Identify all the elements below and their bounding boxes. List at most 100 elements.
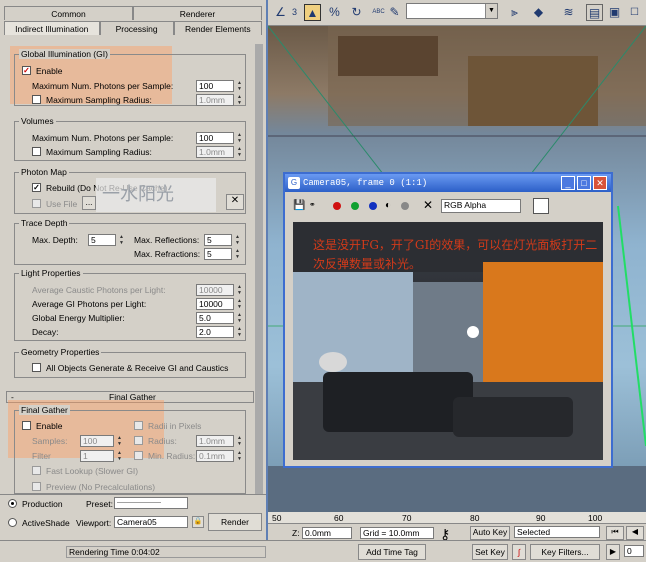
named-selection-icon[interactable]: ABC: [370, 4, 387, 21]
play-back-icon[interactable]: ▶: [606, 544, 620, 560]
min-radius-spinner[interactable]: ▲ ▼: [236, 450, 243, 462]
rendering-time: Rendering Time 0:04:02: [66, 546, 266, 558]
color-swatch[interactable]: [533, 198, 549, 214]
filter-spinner[interactable]: ▲ ▼: [116, 450, 123, 462]
gi-max-radius-checkbox[interactable]: [32, 95, 41, 104]
energy-multiplier-input[interactable]: 5.0: [196, 312, 234, 324]
fast-lookup-checkbox[interactable]: [32, 466, 41, 475]
gi-max-radius-input[interactable]: 1.0mm: [196, 94, 234, 106]
channel-dropdown[interactable]: RGB Alpha: [441, 199, 521, 213]
tab-renderer[interactable]: Renderer: [133, 6, 262, 20]
gi-enable-checkbox[interactable]: ✓: [22, 66, 31, 75]
avg-gi-spinner[interactable]: ▲ ▼: [236, 298, 243, 310]
layer-icon[interactable]: ≋: [560, 4, 577, 21]
activeshade-radio[interactable]: [8, 518, 17, 527]
radii-pixels-checkbox[interactable]: [134, 421, 143, 430]
spinner-snap-icon[interactable]: ↻: [348, 4, 365, 21]
watermark: 一水阳光: [96, 178, 216, 212]
red-channel-icon[interactable]: [333, 202, 341, 210]
samples-spinner[interactable]: ▲ ▼: [116, 435, 123, 447]
time-slider[interactable]: 50 60 70 80 90 100: [268, 512, 646, 524]
mono-channel-icon[interactable]: [401, 202, 409, 210]
max-refractions-input[interactable]: 5: [204, 248, 232, 260]
all-objects-gi-checkbox[interactable]: [32, 363, 41, 372]
vol-max-radius-spinner[interactable]: ▲ ▼: [236, 146, 243, 158]
schematic-icon[interactable]: ▣: [606, 4, 623, 21]
gi-max-photons-input[interactable]: 100: [196, 80, 234, 92]
key-set-dropdown[interactable]: Selected: [514, 526, 600, 538]
preset-dropdown[interactable]: ----------------------: [114, 497, 188, 509]
max-depth-spinner[interactable]: ▲ ▼: [118, 234, 125, 246]
avg-caustic-spinner[interactable]: ▲ ▼: [236, 284, 243, 296]
angle-snap-active-icon[interactable]: ▲: [304, 4, 321, 21]
render-setup-panel: Common Renderer Indirect Illumination Pr…: [0, 0, 268, 540]
fg-enable-checkbox[interactable]: [22, 421, 31, 430]
tab-render-elements[interactable]: Render Elements: [173, 21, 262, 35]
curve-editor-icon[interactable]: ▤: [586, 4, 603, 21]
auto-key-button[interactable]: Auto Key: [470, 526, 510, 540]
vol-max-radius-input[interactable]: 1.0mm: [196, 146, 234, 158]
green-channel-icon[interactable]: [351, 202, 359, 210]
decay-label: Decay:: [32, 327, 59, 337]
preview-checkbox[interactable]: [32, 482, 41, 491]
key-tangent-icon[interactable]: ∫: [512, 544, 526, 560]
maximize-icon[interactable]: □: [577, 176, 591, 190]
clear-icon[interactable]: ✕: [423, 198, 433, 212]
key-filters-button[interactable]: Key Filters...: [530, 544, 600, 560]
max-reflections-input[interactable]: 5: [204, 234, 232, 246]
lock-icon[interactable]: 🔒: [192, 516, 204, 528]
max-refractions-spinner[interactable]: ▲ ▼: [234, 248, 241, 260]
radius-spinner[interactable]: ▲ ▼: [236, 435, 243, 447]
vol-max-radius-checkbox[interactable]: [32, 147, 41, 156]
render-setup-icon[interactable]: ☐: [626, 4, 643, 21]
gi-max-radius-spinner[interactable]: ▲ ▼: [236, 94, 243, 106]
vol-max-radius-label: Maximum Sampling Radius:: [46, 147, 152, 157]
max-reflections-spinner[interactable]: ▲ ▼: [234, 234, 241, 246]
mirror-icon[interactable]: ⫸: [506, 4, 523, 21]
avg-caustic-input[interactable]: 10000: [196, 284, 234, 296]
min-radius-checkbox[interactable]: [134, 451, 143, 460]
alpha-channel-icon[interactable]: ◐: [385, 200, 391, 211]
viewport-dropdown[interactable]: Camera05: [114, 516, 188, 528]
save-icon[interactable]: 💾: [293, 200, 305, 211]
clone-icon[interactable]: ⚭: [309, 200, 316, 209]
decay-spinner[interactable]: ▲ ▼: [236, 326, 243, 338]
gi-max-photons-spinner[interactable]: ▲ ▼: [236, 80, 243, 92]
clear-file-icon[interactable]: ✕: [226, 194, 244, 210]
panel-scrollbar[interactable]: [255, 44, 263, 494]
tab-indirect-illumination[interactable]: Indirect Illumination: [4, 21, 100, 35]
rebuild-checkbox[interactable]: ✓: [32, 183, 41, 192]
use-file-checkbox[interactable]: [32, 199, 41, 208]
radius-input[interactable]: 1.0mm: [196, 435, 234, 447]
render-button[interactable]: Render: [208, 513, 262, 531]
min-radius-input[interactable]: 0.1mm: [196, 450, 234, 462]
production-radio[interactable]: [8, 499, 17, 508]
goto-start-icon[interactable]: ⏮: [606, 526, 624, 540]
tab-processing[interactable]: Processing: [99, 21, 174, 35]
blue-channel-icon[interactable]: [369, 202, 377, 210]
avg-gi-input[interactable]: 10000: [196, 298, 234, 310]
edit-named-selection-icon[interactable]: ✎: [386, 4, 403, 21]
add-time-tag-button[interactable]: Add Time Tag: [358, 544, 426, 560]
percent-snap-icon[interactable]: %: [326, 4, 343, 21]
frame-input[interactable]: 0: [624, 545, 644, 557]
prev-frame-icon[interactable]: ◀: [626, 526, 644, 540]
max-refractions-label: Max. Refractions:: [134, 249, 201, 259]
decay-input[interactable]: 2.0: [196, 326, 234, 338]
named-selection-dropdown[interactable]: ▼: [406, 3, 498, 19]
browse-button[interactable]: ...: [82, 196, 96, 210]
tab-common[interactable]: Common: [4, 6, 133, 20]
vol-max-photons-spinner[interactable]: ▲ ▼: [236, 132, 243, 144]
max-depth-input[interactable]: 5: [88, 234, 116, 246]
vol-max-photons-input[interactable]: 100: [196, 132, 234, 144]
align-icon[interactable]: ◆: [530, 4, 547, 21]
minimize-icon[interactable]: _: [561, 176, 575, 190]
close-icon[interactable]: ✕: [593, 176, 607, 190]
z-coordinate-input[interactable]: 0.0mm: [302, 527, 352, 539]
energy-multiplier-spinner[interactable]: ▲ ▼: [236, 312, 243, 324]
filter-input[interactable]: 1: [80, 450, 114, 462]
set-key-button[interactable]: Set Key: [472, 544, 508, 560]
samples-input[interactable]: 100: [80, 435, 114, 447]
gi-title: Global Illumination (GI): [19, 49, 110, 59]
radius-checkbox[interactable]: [134, 436, 143, 445]
